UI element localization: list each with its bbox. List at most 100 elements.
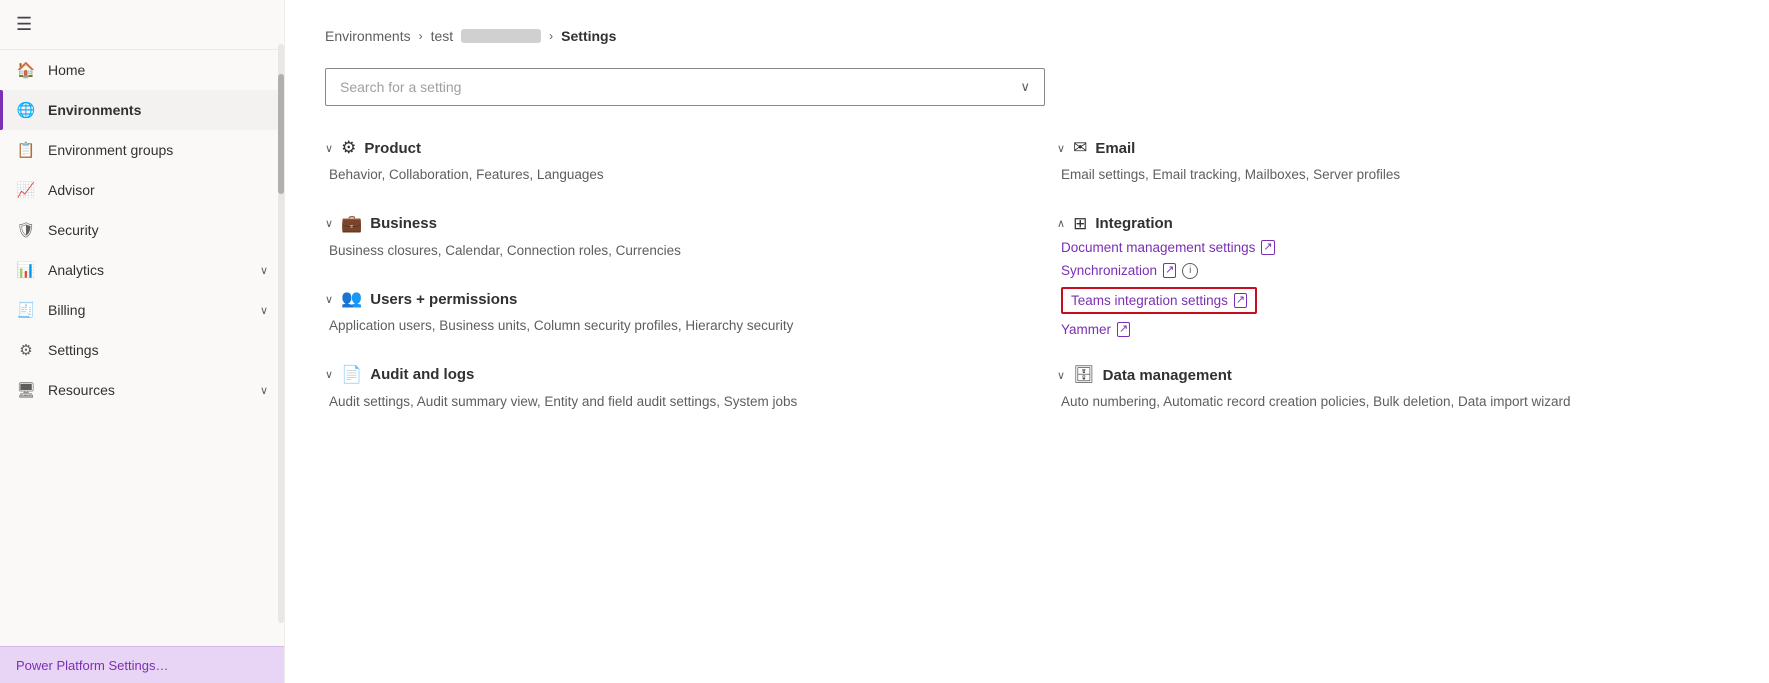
search-bar-placeholder: Search for a setting [340,79,1020,95]
breadcrumb-sep-1: › [419,29,423,43]
sidebar-item-label: Advisor [48,182,268,198]
scrollbar-thumb [278,74,284,194]
search-bar[interactable]: Search for a setting ∨ [325,68,1045,106]
sidebar-item-label: Billing [48,302,256,318]
sidebar-item-label: Security [48,222,268,238]
settings-icon: ⚙ [16,340,36,360]
sidebar-bottom: Power Platform Settings… [0,646,284,683]
users-items: Application users, Business units, Colum… [325,315,997,337]
section-product: ∨ ⚙ Product Behavior, Collaboration, Fea… [325,138,997,186]
sidebar-item-environments[interactable]: 🌐 Environments [0,90,284,130]
product-collapse-chevron[interactable]: ∨ [325,142,333,155]
breadcrumb-test[interactable]: test [431,28,454,44]
sidebar-item-label: Resources [48,382,256,398]
sidebar: ☰ 🏠 Home 🌐 Environments 📋 Environment gr… [0,0,285,683]
hamburger-icon[interactable]: ☰ [16,14,32,34]
document-management-link[interactable]: Document management settings ↗ [1057,240,1729,255]
sidebar-item-home[interactable]: 🏠 Home [0,50,284,90]
scrollbar-track [278,44,284,623]
yammer-ext-icon: ↗ [1117,322,1130,337]
home-icon: 🏠 [16,60,36,80]
sidebar-bottom-label: Power Platform Settings… [16,658,168,673]
integration-icon: ⊞ [1073,214,1087,234]
sidebar-item-environment-groups[interactable]: 📋 Environment groups [0,130,284,170]
section-integration-header: ∧ ⊞ Integration [1057,214,1729,234]
yammer-label: Yammer [1061,322,1111,337]
section-business-header: ∨ 💼 Business [325,214,997,234]
teams-integration-ext-icon: ↗ [1234,293,1247,308]
email-collapse-chevron[interactable]: ∨ [1057,142,1065,155]
sidebar-item-resources[interactable]: 🖥 Resources ∨ [0,370,284,410]
section-email: ∨ ✉ Email Email settings, Email tracking… [1057,138,1729,186]
sidebar-item-security[interactable]: 🛡 Security [0,210,284,250]
product-items: Behavior, Collaboration, Features, Langu… [325,164,997,186]
breadcrumb-sep-2: › [549,29,553,43]
synchronization-ext-icon: ↗ [1163,263,1176,278]
integration-title: Integration [1095,215,1173,232]
settings-left-column: ∨ ⚙ Product Behavior, Collaboration, Fea… [325,138,997,441]
analytics-chevron: ∨ [260,264,268,277]
breadcrumb: Environments › test › Settings [325,28,1729,44]
breadcrumb-environments[interactable]: Environments [325,28,411,44]
sidebar-item-label: Home [48,62,268,78]
data-management-icon: 🗄 [1073,365,1095,385]
business-title: Business [370,215,437,232]
teams-integration-label: Teams integration settings [1071,293,1228,308]
environments-icon: 🌐 [16,100,36,120]
email-title: Email [1095,140,1135,157]
sidebar-item-label: Settings [48,342,268,358]
teams-integration-highlight: Teams integration settings ↗ [1061,287,1257,314]
sidebar-item-billing[interactable]: 🧾 Billing ∨ [0,290,284,330]
settings-right-column: ∨ ✉ Email Email settings, Email tracking… [1057,138,1729,441]
sidebar-item-analytics[interactable]: 📊 Analytics ∨ [0,250,284,290]
resources-chevron: ∨ [260,384,268,397]
resources-icon: 🖥 [16,380,36,400]
audit-collapse-chevron[interactable]: ∨ [325,368,333,381]
synchronization-link[interactable]: Synchronization ↗ i [1057,263,1729,279]
teams-integration-link[interactable]: Teams integration settings ↗ [1071,293,1247,308]
sidebar-item-label: Analytics [48,262,256,278]
users-title: Users + permissions [370,291,517,308]
environment-groups-icon: 📋 [16,140,36,160]
sidebar-item-label: Environment groups [48,142,268,158]
breadcrumb-redacted [461,29,541,43]
billing-chevron: ∨ [260,304,268,317]
yammer-link[interactable]: Yammer ↗ [1057,322,1729,337]
analytics-icon: 📊 [16,260,36,280]
document-management-ext-icon: ↗ [1261,240,1274,255]
document-management-label: Document management settings [1061,240,1255,255]
billing-icon: 🧾 [16,300,36,320]
data-management-collapse-chevron[interactable]: ∨ [1057,369,1065,382]
synchronization-label: Synchronization [1061,263,1157,278]
business-items: Business closures, Calendar, Connection … [325,240,997,262]
section-data-management: ∨ 🗄 Data management Auto numbering, Auto… [1057,365,1729,413]
audit-icon: 📄 [341,365,362,385]
sidebar-item-settings[interactable]: ⚙ Settings [0,330,284,370]
section-users-permissions: ∨ 👥 Users + permissions Application user… [325,289,997,337]
users-icon: 👥 [341,289,362,309]
section-users-header: ∨ 👥 Users + permissions [325,289,997,309]
settings-grid: ∨ ⚙ Product Behavior, Collaboration, Fea… [325,138,1729,441]
sidebar-item-advisor[interactable]: 📈 Advisor [0,170,284,210]
main-content: Environments › test › Settings Search fo… [285,0,1769,683]
audit-items: Audit settings, Audit summary view, Enti… [325,391,997,413]
email-icon: ✉ [1073,138,1087,158]
business-collapse-chevron[interactable]: ∨ [325,217,333,230]
audit-title: Audit and logs [370,366,474,383]
sidebar-top: ☰ [0,0,284,50]
section-data-management-header: ∨ 🗄 Data management [1057,365,1729,385]
section-business: ∨ 💼 Business Business closures, Calendar… [325,214,997,262]
section-audit-logs: ∨ 📄 Audit and logs Audit settings, Audit… [325,365,997,413]
breadcrumb-current: Settings [561,28,616,44]
nav-scroll: 🏠 Home 🌐 Environments 📋 Environment grou… [0,50,284,646]
product-icon: ⚙ [341,138,356,158]
data-management-items: Auto numbering, Automatic record creatio… [1057,391,1729,413]
business-icon: 💼 [341,214,362,234]
section-email-header: ∨ ✉ Email [1057,138,1729,158]
sidebar-item-label: Environments [48,102,268,118]
security-icon: 🛡 [16,220,36,240]
data-management-title: Data management [1103,367,1232,384]
integration-collapse-chevron[interactable]: ∧ [1057,217,1065,230]
synchronization-info-icon[interactable]: i [1182,263,1198,279]
users-collapse-chevron[interactable]: ∨ [325,293,333,306]
